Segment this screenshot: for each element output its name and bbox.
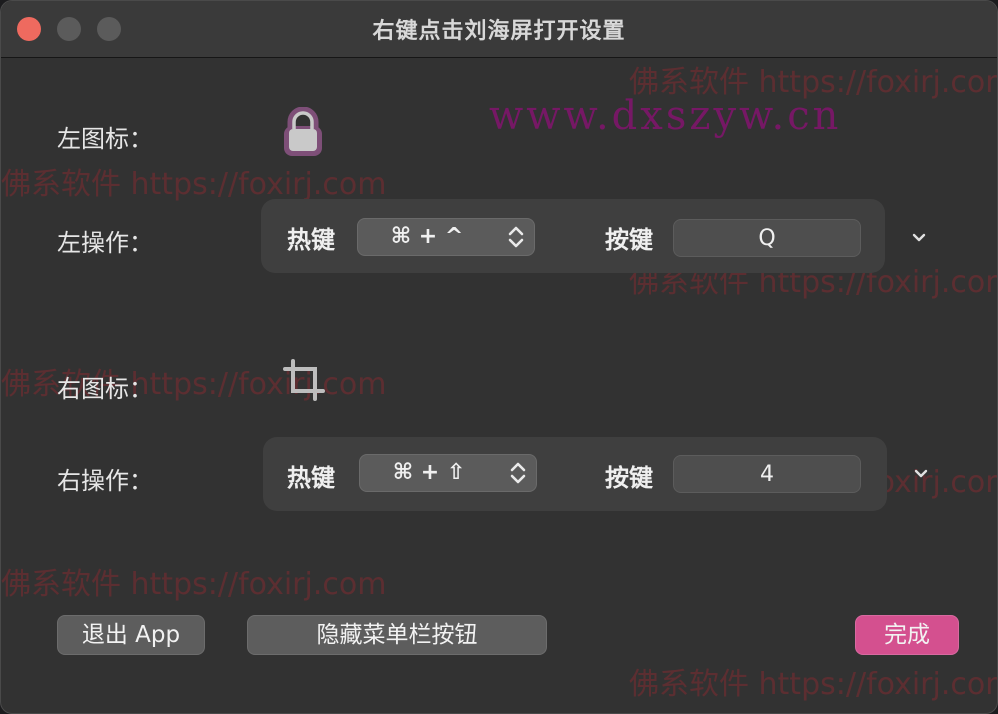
right-chevron-down-icon[interactable] [913,468,929,480]
left-hotkey-value: ⌘ + ^ [390,224,464,249]
updown-chevron-icon [508,226,524,248]
left-chevron-down-icon[interactable] [911,232,927,244]
settings-window: 右键点击刘海屏打开设置 佛系软件 https://foxirj.com 佛系软件… [0,0,998,714]
left-key-field[interactable]: Q [673,219,861,257]
window-title: 右键点击刘海屏打开设置 [372,19,626,44]
title-bar: 右键点击刘海屏打开设置 [1,1,997,58]
right-hotkey-value: ⌘ + ⇧ [392,460,466,485]
left-icon-label: 左图标： [57,125,153,153]
left-key-label: 按键 [605,226,653,254]
right-key-label: 按键 [605,464,653,492]
left-action-panel: 热键 ⌘ + ^ 按键 Q [261,199,885,273]
done-button[interactable]: 完成 [855,615,959,655]
watermark: 佛系软件 https://foxirj.com [1,567,387,602]
right-hotkey-label: 热键 [287,464,335,492]
quit-app-button[interactable]: 退出 App [57,615,205,655]
hide-menubar-button[interactable]: 隐藏菜单栏按钮 [247,615,547,655]
right-action-panel: 热键 ⌘ + ⇧ 按键 4 [263,437,887,511]
left-action-label: 左操作： [57,229,153,257]
right-action-label: 右操作： [57,467,153,495]
left-hotkey-popup[interactable]: ⌘ + ^ [357,218,535,256]
watermark: 佛系软件 https://foxirj.com [1,167,387,202]
site-watermark: www.dxszyw.cn [489,93,842,139]
right-icon-label: 右图标： [57,375,153,403]
right-key-field[interactable]: 4 [673,455,861,493]
watermark: 佛系软件 https://foxirj.com [629,667,998,702]
left-hotkey-label: 热键 [287,226,335,254]
updown-chevron-icon [510,462,526,484]
right-hotkey-popup[interactable]: ⌘ + ⇧ [359,454,537,492]
crop-icon[interactable] [283,359,325,401]
lock-icon[interactable] [283,107,323,157]
